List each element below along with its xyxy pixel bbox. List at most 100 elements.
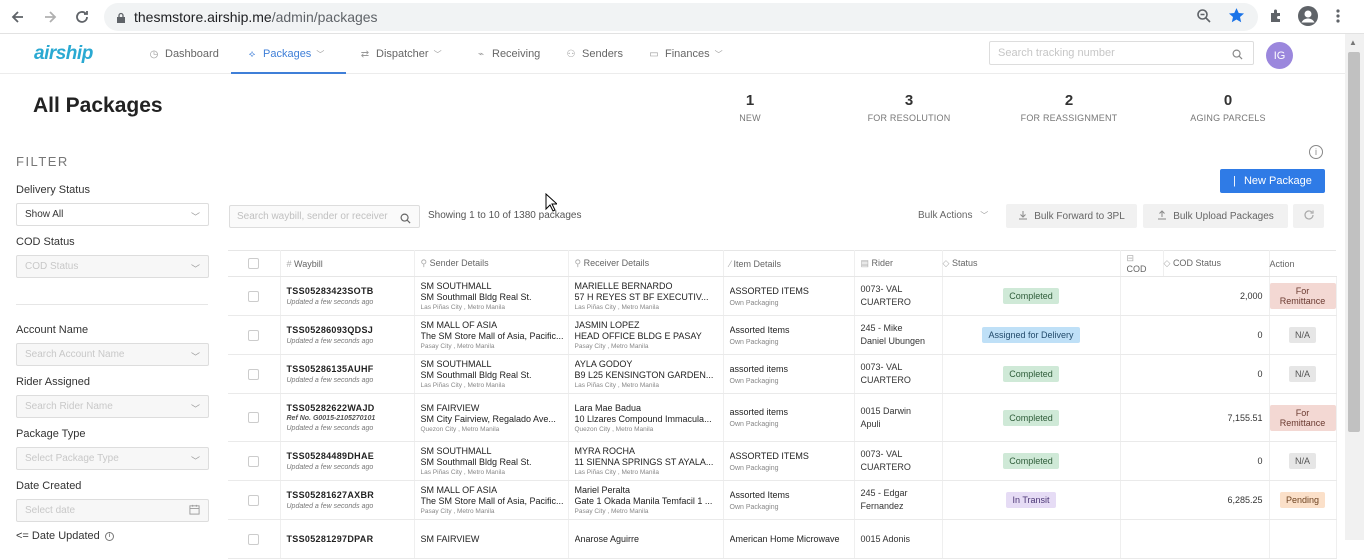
waybill-cell[interactable]: TSS05286135AUHF Updated a few seconds ago: [280, 354, 415, 394]
stat-aging-parcels[interactable]: 0 AGING PARCELS: [1158, 92, 1298, 123]
page-scrollbar[interactable]: ▲: [1345, 34, 1364, 540]
row-select-cell[interactable]: [228, 519, 281, 559]
stat-for-resolution[interactable]: 3 FOR RESOLUTION: [839, 92, 979, 123]
chevron-down-icon: ﹀: [714, 49, 723, 59]
waybill-cell[interactable]: TSS05281627AXBR Updated a few seconds ago: [280, 480, 415, 520]
bulk-actions-dropdown[interactable]: Bulk Actions ﹀: [918, 210, 988, 221]
table-row[interactable]: TSS05282622WAJD Ref No. G0015-2105270101 U…: [228, 393, 1337, 442]
waybill-number[interactable]: TSS05281297DPAR: [287, 534, 414, 544]
status-cell: Completed: [942, 354, 1121, 394]
scrollbar-thumb[interactable]: [1348, 52, 1360, 432]
search-icon[interactable]: [400, 211, 411, 229]
bulk-upload-button[interactable]: Bulk Upload Packages: [1143, 204, 1288, 228]
waybill-cell[interactable]: TSS05282622WAJD Ref No. G0015-2105270101 U…: [280, 393, 415, 442]
forward-icon[interactable]: [40, 7, 60, 27]
row-checkbox[interactable]: [248, 494, 260, 506]
zoom-icon[interactable]: [1196, 8, 1212, 29]
info-icon: i: [104, 531, 114, 541]
row-select-cell[interactable]: [228, 354, 281, 394]
cod-status-select[interactable]: COD Status ﹀: [16, 255, 209, 278]
nav-receiving[interactable]: ⌁ Receiving: [475, 34, 540, 74]
waybill-number[interactable]: TSS05286135AUHF: [287, 364, 414, 374]
reload-icon[interactable]: [72, 7, 92, 27]
new-package-label: New Package: [1243, 175, 1312, 187]
table-row[interactable]: TSS05286135AUHF Updated a few seconds ago…: [228, 354, 1337, 394]
waybill-cell[interactable]: TSS05283423SOTB Updated a few seconds ago: [280, 276, 415, 316]
stat-new[interactable]: 1 NEW: [680, 92, 820, 123]
waybill-cell[interactable]: TSS05286093QDSJ Updated a few seconds ago: [280, 315, 415, 355]
upload-icon: [1157, 209, 1167, 223]
col-label: Waybill: [294, 258, 323, 269]
select-all-checkbox[interactable]: [248, 258, 260, 269]
account-name-select[interactable]: Search Account Name ﹀: [16, 343, 209, 366]
address-bar[interactable]: thesmstore.airship.me/admin/packages: [104, 3, 1258, 31]
row-select-cell[interactable]: [228, 480, 281, 520]
item-packaging: Own Packaging: [729, 464, 779, 472]
table-row[interactable]: TSS05281297DPAR SM FAIRVIEW Anarose Aguirr…: [228, 519, 1337, 559]
row-checkbox[interactable]: [248, 533, 260, 545]
rider-placeholder: Search Rider Name: [25, 401, 113, 412]
plus-icon: |: [1233, 175, 1236, 187]
nav-finances[interactable]: ▭ Finances ﹀: [648, 34, 723, 74]
row-checkbox[interactable]: [248, 412, 260, 423]
table-row[interactable]: TSS05283423SOTB Updated a few seconds ago…: [228, 276, 1337, 316]
waybill-cell[interactable]: TSS05281297DPAR: [280, 519, 415, 559]
waybill-number[interactable]: TSS05282622WAJD: [287, 403, 414, 413]
rider-assigned-select[interactable]: Search Rider Name ﹀: [16, 395, 209, 418]
row-select-cell[interactable]: [228, 393, 281, 442]
info-icon[interactable]: i: [1309, 145, 1323, 159]
airship-logo[interactable]: airship: [34, 43, 93, 65]
back-icon[interactable]: [8, 7, 28, 27]
row-checkbox[interactable]: [248, 455, 260, 467]
refresh-button[interactable]: [1293, 204, 1324, 228]
date-created-input[interactable]: Select date: [16, 499, 209, 522]
waybill-number[interactable]: TSS05284489DHAE: [287, 451, 414, 461]
delivery-status-select[interactable]: Show All ﹀: [16, 203, 209, 226]
receiver-cell: Lara Mae Badua 10 Llzares Compound Immacu…: [568, 393, 724, 442]
select-all-cell[interactable]: [228, 250, 281, 277]
package-search[interactable]: [229, 205, 420, 228]
tracking-search[interactable]: [989, 41, 1254, 65]
item-description: American Home Microwave: [729, 534, 840, 544]
user-avatar[interactable]: IG: [1266, 42, 1293, 69]
extensions-icon[interactable]: [1268, 8, 1284, 29]
row-checkbox[interactable]: [248, 368, 260, 380]
waybill-number[interactable]: TSS05283423SOTB: [287, 286, 414, 296]
table-row[interactable]: TSS05281627AXBR Updated a few seconds ago…: [228, 480, 1337, 520]
profile-icon[interactable]: [1298, 6, 1318, 26]
row-checkbox[interactable]: [248, 290, 260, 302]
table-row[interactable]: TSS05284489DHAE Updated a few seconds ago…: [228, 441, 1337, 481]
nav-packages[interactable]: ⟡ Packages ﹀: [230, 34, 347, 74]
row-select-cell[interactable]: [228, 276, 281, 316]
col-label: Status: [951, 258, 978, 268]
tracking-search-input[interactable]: [990, 47, 1220, 59]
package-type-select[interactable]: Select Package Type ﹀: [16, 447, 209, 470]
receiver-address: 57 H REYES ST BF EXECUTIV...: [574, 292, 709, 302]
search-icon[interactable]: [1232, 47, 1243, 65]
table-row[interactable]: TSS05286093QDSJ Updated a few seconds ago…: [228, 315, 1337, 355]
bookmark-star-icon[interactable]: [1228, 7, 1245, 29]
cod-status-cell: For Remittance: [1269, 393, 1337, 442]
delivery-status-value: Show All: [25, 209, 64, 220]
nav-label: Packages: [263, 48, 312, 60]
package-search-input[interactable]: [230, 211, 395, 222]
waybill-cell[interactable]: TSS05284489DHAE Updated a few seconds ago: [280, 441, 415, 481]
nav-dispatcher[interactable]: ⇄ Dispatcher ﹀: [359, 34, 442, 74]
stat-for-reassignment[interactable]: 2 FOR REASSIGNMENT: [999, 92, 1139, 123]
nav-dashboard[interactable]: ◷ Dashboard: [148, 34, 219, 74]
row-select-cell[interactable]: [228, 441, 281, 481]
cod-status-cell: N/A: [1269, 315, 1337, 355]
waybill-number[interactable]: TSS05286093QDSJ: [287, 325, 414, 335]
nav-senders[interactable]: ⚇ Senders: [565, 34, 623, 74]
status-cell: Completed: [942, 276, 1121, 316]
rider-cell: 245 - Mike Daniel Ubungen: [854, 315, 943, 355]
mouse-cursor: [545, 192, 559, 217]
waybill-number[interactable]: TSS05281627AXBR: [287, 490, 414, 500]
kebab-menu-icon[interactable]: [1336, 8, 1340, 29]
new-package-button[interactable]: | New Package: [1220, 169, 1325, 193]
bulk-forward-button[interactable]: Bulk Forward to 3PL: [1006, 204, 1137, 228]
chevron-down-icon: ﹀: [190, 352, 200, 362]
row-select-cell[interactable]: [228, 315, 281, 355]
scroll-up-icon[interactable]: ▲: [1349, 38, 1357, 47]
row-checkbox[interactable]: [248, 329, 260, 341]
